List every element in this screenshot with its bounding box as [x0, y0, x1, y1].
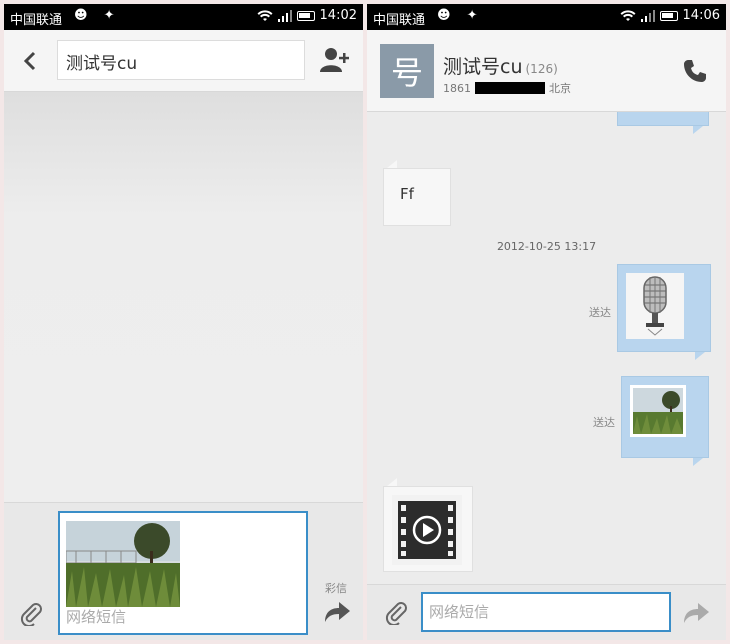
- notification-icons: ☻ ✦: [74, 8, 121, 23]
- status-bar: 中国联通 ☻ ✦ 14:02: [4, 4, 363, 30]
- message-list: Ff 2012-10-25 13:17 送达 送达: [367, 112, 726, 584]
- incoming-bubble[interactable]: Ff: [383, 168, 451, 226]
- message-count: (126): [525, 62, 558, 76]
- conversation-screen: 中国联通 ☻ ✦ 14:06 号 测试号cu (126) 1861 北京 Ff …: [367, 4, 726, 640]
- contact-avatar[interactable]: 号: [380, 44, 434, 98]
- outgoing-bubble[interactable]: [617, 112, 709, 126]
- incoming-text: Ff: [400, 185, 414, 203]
- paperclip-icon[interactable]: [383, 599, 409, 625]
- status-bar: 中国联通 ☻ ✦ 14:06: [367, 4, 726, 30]
- notification-icons: ☻ ✦: [437, 8, 484, 23]
- contact-number: 1861 北京: [443, 81, 571, 96]
- paperclip-icon[interactable]: [18, 600, 44, 626]
- compose-bar: 网络短信 彩信: [4, 502, 363, 640]
- signal-icon: [640, 9, 655, 22]
- compose-bar: 网络短信: [367, 584, 726, 640]
- mms-label: 彩信: [325, 582, 347, 595]
- back-arrow-icon: [23, 51, 36, 71]
- delivered-label: 送达: [593, 416, 615, 429]
- compose-screen: 中国联通 ☻ ✦ 14:02 测试号cu 网络短信 彩信: [4, 4, 363, 640]
- message-timestamp: 2012-10-25 13:17: [496, 240, 597, 253]
- redacted-number: [475, 82, 545, 94]
- compose-header: 测试号cu: [4, 30, 363, 92]
- send-icon[interactable]: [323, 600, 351, 624]
- signal-icon: [277, 9, 292, 22]
- carrier-label: 中国联通: [10, 13, 63, 28]
- delivered-label: 送达: [589, 306, 611, 319]
- media-preview-icon: [658, 112, 672, 113]
- photo-thumbnail: [630, 385, 686, 437]
- attached-photo[interactable]: [66, 521, 180, 607]
- microphone-icon: [626, 273, 684, 339]
- message-input[interactable]: 网络短信: [421, 592, 671, 632]
- battery-icon: [659, 10, 678, 21]
- conversation-header: 号 测试号cu (126) 1861 北京: [367, 30, 726, 112]
- compose-placeholder: 网络短信: [66, 608, 127, 626]
- battery-icon: [296, 10, 315, 21]
- back-button[interactable]: [18, 46, 42, 76]
- status-time: 14:06: [682, 8, 720, 23]
- carrier-label: 中国联通: [373, 13, 426, 28]
- phone-call-icon[interactable]: [682, 58, 708, 84]
- compose-placeholder: 网络短信: [429, 603, 490, 621]
- video-icon: [392, 495, 462, 565]
- incoming-video-bubble[interactable]: [383, 486, 473, 572]
- contact-location: 北京: [549, 82, 571, 95]
- contact-name: 测试号cu (126): [443, 56, 558, 78]
- wifi-icon: [257, 9, 273, 21]
- status-time: 14:02: [319, 8, 357, 23]
- wifi-icon: [620, 9, 636, 21]
- send-icon[interactable]: [682, 601, 710, 625]
- outgoing-photo-bubble[interactable]: [621, 376, 709, 458]
- recipient-field[interactable]: 测试号cu: [57, 40, 305, 80]
- add-contact-icon[interactable]: [319, 44, 351, 76]
- message-input[interactable]: 网络短信: [58, 511, 308, 635]
- outgoing-audio-bubble[interactable]: [617, 264, 711, 352]
- message-area: [4, 92, 363, 502]
